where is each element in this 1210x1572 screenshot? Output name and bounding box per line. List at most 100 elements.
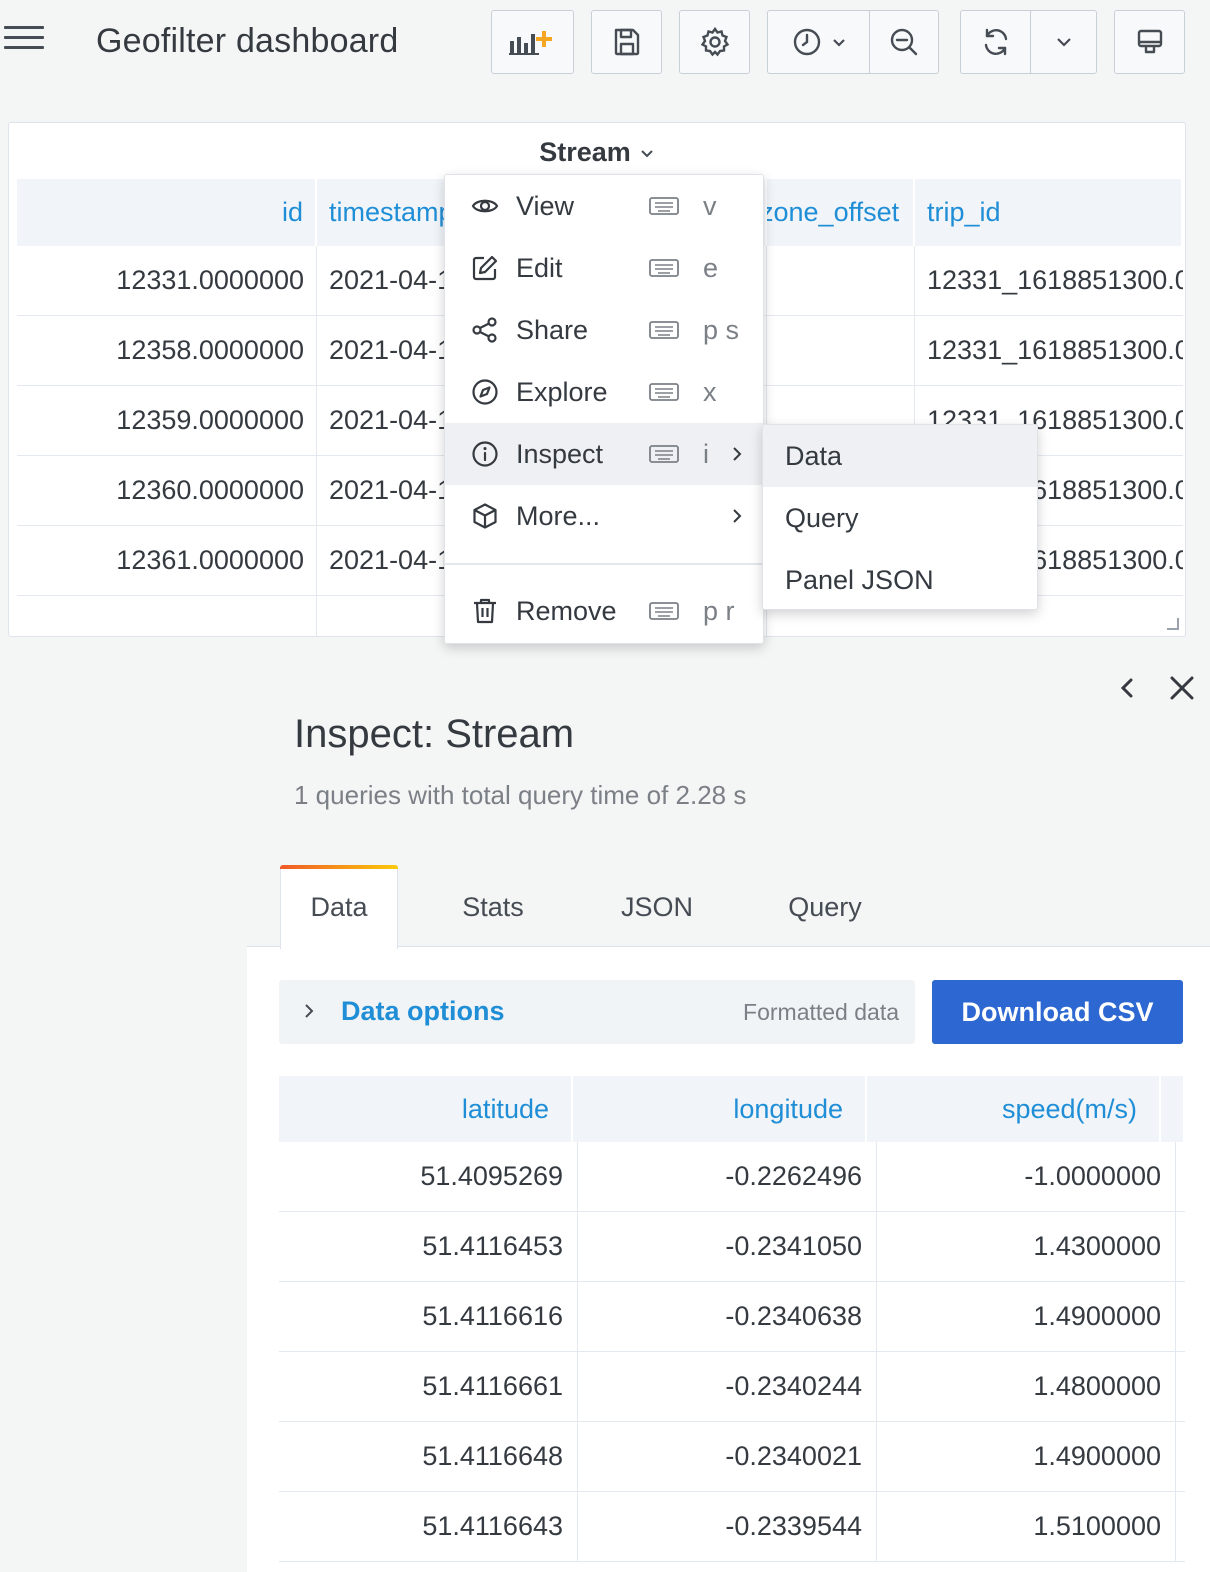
cell-longitude: -0.2339544 (578, 1492, 877, 1561)
zoom-out-button[interactable] (869, 10, 939, 74)
data-options-toggle[interactable]: Data options Formatted data (279, 980, 915, 1044)
menu-item-edit[interactable]: Edit e (445, 237, 763, 299)
menu-item-view[interactable]: View v (445, 175, 763, 237)
dashboard-title[interactable]: Geofilter dashboard (96, 22, 398, 61)
add-panel-icon (508, 31, 552, 55)
column-header-longitude[interactable]: longitude (573, 1076, 867, 1142)
panel-context-menu: View v Edit e Share p s Explore x Inspec… (444, 174, 764, 644)
cell-speed: 1.4800000 (877, 1352, 1176, 1421)
cell-longitude: -0.2340244 (578, 1352, 877, 1421)
cell-longitude: -0.2341050 (578, 1212, 877, 1281)
tab-json[interactable]: JSON (598, 865, 716, 949)
panel-header[interactable]: Stream (9, 137, 1185, 168)
menu-item-shortcut: p s (703, 314, 740, 345)
cell-id: 12361.0000000 (17, 526, 317, 595)
table-header-row: latitude longitude speed(m/s) (279, 1076, 1185, 1142)
menu-item-shortcut: x (703, 376, 717, 407)
column-header-timezone-offset[interactable]: timezone_offset (767, 179, 915, 246)
submenu-item-panel-json[interactable]: Panel JSON (763, 549, 1037, 611)
keyboard-icon (649, 445, 679, 463)
collapse-drawer-button[interactable] (1107, 668, 1147, 708)
inspect-drawer: Inspect: Stream 1 queries with total que… (247, 658, 1210, 1572)
chevron-right-icon (733, 447, 742, 461)
cell-latitude: 51.4116648 (279, 1422, 578, 1491)
clock-icon (793, 28, 821, 56)
cell-id: 12358.0000000 (17, 316, 317, 385)
cell-trip-id: 12331_1618851300.0 (927, 265, 1183, 295)
top-navbar: Geofilter dashboard (0, 0, 1210, 84)
cell-latitude: 51.4116616 (279, 1282, 578, 1351)
drawer-header: Inspect: Stream 1 queries with total que… (247, 658, 1210, 949)
menu-item-shortcut: v (703, 190, 717, 221)
menu-item-label: Inspect (516, 438, 604, 469)
cell-longitude: -0.2262496 (578, 1142, 877, 1211)
cell-spacer (1176, 1282, 1185, 1351)
chevron-down-icon (1056, 38, 1071, 47)
cell-latitude: 51.4095269 (279, 1142, 578, 1211)
cell-longitude: -0.2340021 (578, 1422, 877, 1491)
table-row: 51.4116661 -0.2340244 1.4800000 (279, 1352, 1185, 1422)
keyboard-icon (649, 383, 679, 401)
save-dashboard-button[interactable] (591, 10, 662, 74)
share-icon (472, 317, 497, 343)
menu-item-share[interactable]: Share p s (445, 299, 763, 361)
cell-timezone-offset (767, 316, 915, 385)
cell-longitude: -0.2340638 (578, 1282, 877, 1351)
chevron-right-icon (305, 1004, 314, 1018)
menu-item-label: Remove (516, 595, 617, 626)
zoom-out-icon (890, 28, 918, 56)
keyboard-icon (649, 197, 679, 215)
cell-latitude: 51.4116661 (279, 1352, 578, 1421)
compass-icon (472, 379, 498, 405)
chevron-right-icon (733, 509, 742, 523)
column-header-id[interactable]: id (17, 179, 317, 246)
drawer-title: Inspect: Stream (294, 712, 575, 756)
data-options-label: Data options (341, 996, 505, 1026)
menu-item-explore[interactable]: Explore x (445, 361, 763, 423)
column-header-latitude[interactable]: latitude (279, 1076, 573, 1142)
column-header-trip-id[interactable]: trip_id (915, 179, 1183, 246)
menu-item-remove[interactable]: Remove p r (445, 580, 763, 642)
cell-timezone-offset (767, 246, 915, 315)
cell-speed: 1.5100000 (877, 1492, 1176, 1561)
chevron-down-icon (639, 148, 655, 160)
save-icon (614, 28, 639, 56)
refresh-interval-button[interactable] (1030, 10, 1097, 74)
cell-id: 12360.0000000 (17, 456, 317, 525)
cell-spacer (1176, 1212, 1185, 1281)
column-header-speed[interactable]: speed(m/s) (867, 1076, 1161, 1142)
panel-resize-handle[interactable] (1167, 618, 1179, 630)
cell-spacer (1176, 1492, 1185, 1561)
tab-data[interactable]: Data (280, 865, 398, 949)
menu-item-label: More... (516, 500, 601, 531)
panel-title: Stream (539, 137, 631, 167)
close-drawer-button[interactable] (1162, 668, 1202, 708)
menu-icon[interactable] (4, 26, 48, 60)
column-header-spacer (1161, 1076, 1185, 1142)
keyboard-icon (649, 259, 679, 277)
submenu-item-data[interactable]: Data (763, 425, 1037, 487)
download-csv-button[interactable]: Download CSV (932, 980, 1183, 1044)
cell-spacer (1176, 1352, 1185, 1421)
cell-trip-id: 12331_1618851300.0 (927, 335, 1183, 365)
refresh-button[interactable] (960, 10, 1031, 74)
cube-icon (473, 503, 497, 529)
tv-mode-button[interactable] (1114, 10, 1185, 74)
data-options-description: Formatted data (743, 999, 899, 1025)
edit-icon (472, 255, 498, 281)
table-row: 51.4116453 -0.2341050 1.4300000 (279, 1212, 1185, 1282)
dashboard-settings-button[interactable] (679, 10, 750, 74)
submenu-item-query[interactable]: Query (763, 487, 1037, 549)
tab-stats[interactable]: Stats (434, 865, 552, 949)
add-panel-button[interactable] (491, 10, 574, 74)
cell-id: 12359.0000000 (17, 386, 317, 455)
cell-spacer (1176, 1422, 1185, 1491)
time-picker-button[interactable] (767, 10, 870, 74)
menu-item-more[interactable]: More... (445, 485, 763, 547)
eye-icon (471, 199, 499, 213)
gear-icon (700, 26, 729, 57)
cell-id: 12331.0000000 (17, 246, 317, 315)
menu-item-inspect[interactable]: Inspect i (445, 423, 763, 485)
cell-id (17, 596, 317, 636)
tab-query[interactable]: Query (766, 865, 884, 949)
